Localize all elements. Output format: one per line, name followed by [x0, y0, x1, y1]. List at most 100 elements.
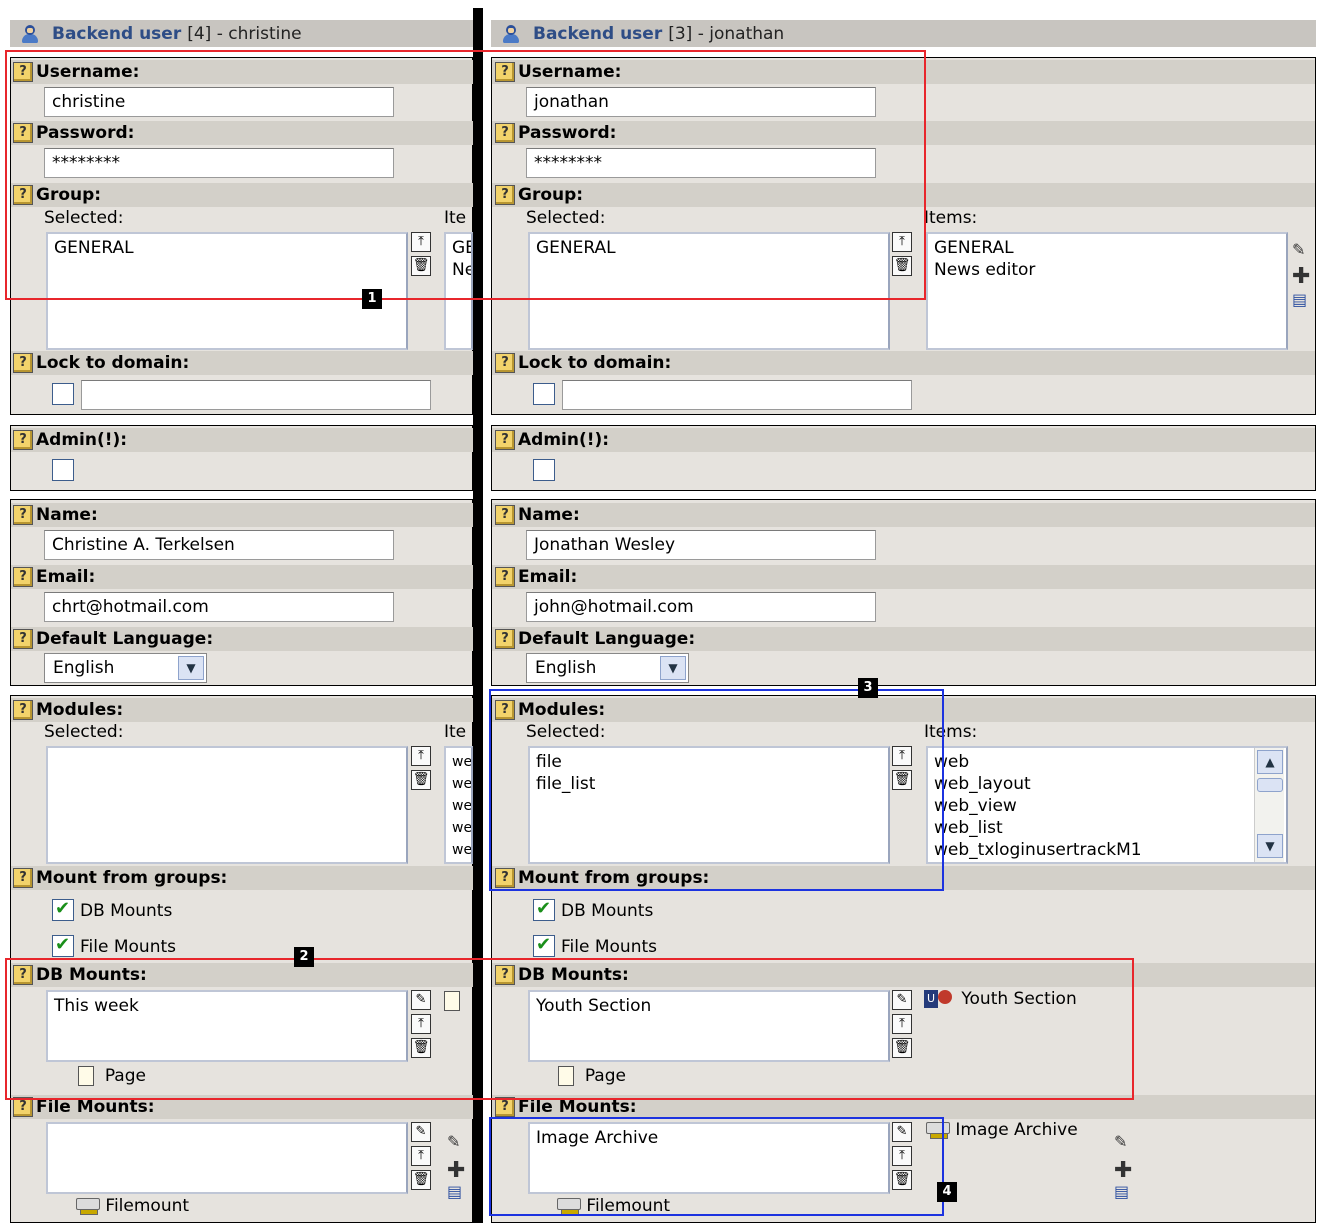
help-icon[interactable]: ?	[495, 567, 515, 587]
edit-pencil-icon[interactable]: ✎	[1114, 1132, 1127, 1151]
add-icon[interactable]: ✚	[1114, 1158, 1132, 1183]
trash-icon[interactable]: 🗑	[411, 1038, 431, 1058]
help-icon[interactable]: ?	[495, 868, 515, 888]
username-input[interactable]: jonathan	[526, 87, 876, 117]
chevron-down-icon[interactable]: ▼	[660, 656, 686, 680]
move-top-icon[interactable]: ⤒	[892, 1146, 912, 1166]
help-icon[interactable]: ?	[495, 353, 515, 373]
db-mounts-list[interactable]: Youth Section	[528, 990, 890, 1062]
name-input[interactable]: Christine A. Terkelsen	[44, 530, 394, 560]
username-input[interactable]: christine	[44, 87, 394, 117]
help-icon[interactable]: ?	[13, 567, 33, 587]
filemount-link[interactable]: Filemount	[74, 1196, 189, 1216]
group-selected-list[interactable]: GENERAL	[528, 232, 890, 350]
lock-domain-input[interactable]	[562, 380, 912, 410]
help-icon[interactable]: ?	[13, 430, 33, 450]
list-item[interactable]: News editor	[934, 259, 1280, 281]
list-item[interactable]: web	[934, 751, 1252, 773]
db-page-link[interactable]: Page	[558, 1066, 626, 1086]
move-top-icon[interactable]: ⤒	[411, 232, 431, 252]
language-select[interactable]: English ▼	[526, 653, 689, 683]
modules-items-list[interactable]: web web_layout web_view web_list web_txl…	[926, 746, 1288, 864]
browse-icon[interactable]: ✎	[411, 990, 431, 1010]
help-icon[interactable]: ?	[495, 430, 515, 450]
mount-db-checkbox[interactable]	[52, 898, 74, 921]
help-icon[interactable]: ?	[495, 505, 515, 525]
lock-domain-checkbox[interactable]	[52, 383, 74, 405]
help-icon[interactable]: ?	[495, 965, 515, 985]
move-top-icon[interactable]: ⤒	[892, 1014, 912, 1034]
help-icon[interactable]: ?	[495, 123, 515, 143]
name-input[interactable]: Jonathan Wesley	[526, 530, 876, 560]
modules-items-scrollbar[interactable]: ▲ ▼	[1254, 748, 1284, 862]
list-item[interactable]: GENERAL	[536, 237, 882, 259]
file-mounts-list[interactable]	[46, 1122, 408, 1194]
password-input[interactable]: ********	[526, 148, 876, 178]
list-item[interactable]: GENERAL	[934, 237, 1280, 259]
help-icon[interactable]: ?	[495, 629, 515, 649]
list-item[interactable]: web_txloginusertrackM1	[934, 839, 1252, 861]
help-icon[interactable]: ?	[495, 62, 515, 82]
list-item[interactable]: Ne	[452, 259, 471, 281]
mount-db-checkbox[interactable]	[533, 898, 555, 921]
email-input[interactable]: john@hotmail.com	[526, 592, 876, 622]
scroll-thumb[interactable]	[1257, 778, 1283, 792]
trash-icon[interactable]: 🗑	[892, 770, 912, 790]
group-selected-list[interactable]: GENERAL	[46, 232, 408, 350]
lock-domain-checkbox[interactable]	[533, 383, 555, 405]
help-icon[interactable]: ?	[13, 185, 33, 205]
filemount-link[interactable]: Filemount	[555, 1196, 670, 1216]
file-mounts-list[interactable]: Image Archive	[528, 1122, 890, 1194]
list-icon[interactable]: ▤	[447, 1182, 462, 1201]
move-top-icon[interactable]: ⤒	[892, 232, 912, 252]
help-icon[interactable]: ?	[13, 62, 33, 82]
list-icon[interactable]: ▤	[1292, 290, 1307, 309]
list-item[interactable]: GENERAL	[54, 237, 400, 259]
email-input[interactable]: chrt@hotmail.com	[44, 592, 394, 622]
group-items-list[interactable]: GE Ne	[444, 232, 473, 350]
trash-icon[interactable]: 🗑	[892, 1170, 912, 1190]
move-top-icon[interactable]: ⤒	[411, 1014, 431, 1034]
help-icon[interactable]: ?	[13, 123, 33, 143]
browse-icon[interactable]: ✎	[892, 990, 912, 1010]
list-item[interactable]: file_list	[536, 773, 882, 795]
list-item[interactable]: This week	[54, 995, 400, 1017]
db-page-link[interactable]: Page	[78, 1066, 146, 1086]
browse-icon[interactable]: ✎	[411, 1122, 431, 1142]
list-item[interactable]: web_list	[934, 817, 1252, 839]
edit-pencil-icon[interactable]: ✎	[1292, 240, 1305, 259]
modules-selected-list[interactable]: file file_list	[528, 746, 890, 864]
browse-icon[interactable]: ✎	[892, 1122, 912, 1142]
admin-checkbox[interactable]	[52, 459, 74, 481]
help-icon[interactable]: ?	[13, 868, 33, 888]
trash-icon[interactable]: 🗑	[411, 256, 431, 276]
list-item[interactable]: Youth Section	[536, 995, 882, 1017]
trash-icon[interactable]: 🗑	[892, 256, 912, 276]
move-top-icon[interactable]: ⤒	[411, 1146, 431, 1166]
lock-domain-input[interactable]	[81, 380, 431, 410]
file-mount-preview[interactable]: Image Archive	[924, 1120, 1078, 1140]
move-top-icon[interactable]: ⤒	[411, 746, 431, 766]
trash-icon[interactable]: 🗑	[411, 1170, 431, 1190]
help-icon[interactable]: ?	[13, 1097, 33, 1117]
modules-selected-list[interactable]	[46, 746, 408, 864]
help-icon[interactable]: ?	[13, 700, 33, 720]
add-icon[interactable]: ✚	[1292, 264, 1310, 289]
add-icon[interactable]: ✚	[447, 1158, 465, 1183]
help-icon[interactable]: ?	[13, 353, 33, 373]
list-item[interactable]: GE	[452, 237, 471, 259]
trash-icon[interactable]: 🗑	[892, 1038, 912, 1058]
list-item[interactable]: we	[452, 817, 471, 839]
chevron-down-icon[interactable]: ▼	[178, 656, 204, 680]
list-item[interactable]: web_layout	[934, 773, 1252, 795]
password-input[interactable]: ********	[44, 148, 394, 178]
list-item[interactable]: we	[452, 795, 471, 817]
db-mounts-list[interactable]: This week	[46, 990, 408, 1062]
group-items-list[interactable]: GENERAL News editor	[926, 232, 1288, 350]
list-item[interactable]: web_view	[934, 795, 1252, 817]
help-icon[interactable]: ?	[13, 505, 33, 525]
list-item[interactable]: Image Archive	[536, 1127, 882, 1149]
help-icon[interactable]: ?	[13, 965, 33, 985]
move-top-icon[interactable]: ⤒	[892, 746, 912, 766]
modules-items-list[interactable]: we we we we we	[444, 746, 473, 864]
